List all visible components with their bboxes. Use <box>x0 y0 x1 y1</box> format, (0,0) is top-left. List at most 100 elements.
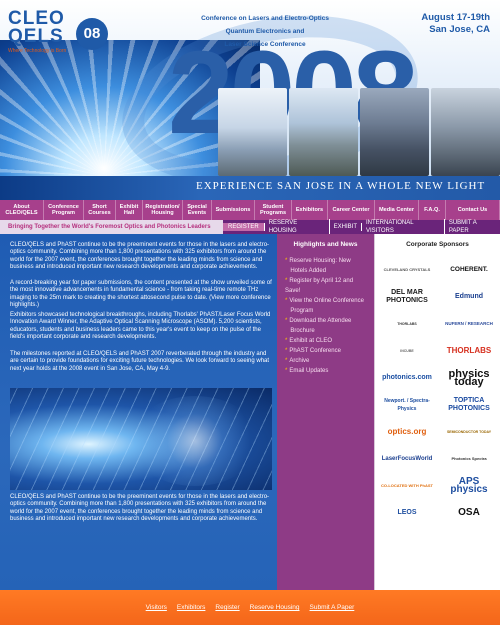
sponsor-logo[interactable]: OSA <box>441 499 497 526</box>
highlight-item[interactable]: Brochure <box>285 326 368 336</box>
star-bullet-icon <box>285 328 288 334</box>
photo-people <box>431 88 500 176</box>
highlight-item-label: Email Updates <box>289 368 329 374</box>
footer-reserve-housing-link[interactable]: Reserve Housing <box>250 604 300 611</box>
sub-nav: Bringing Together the World's Foremost O… <box>0 219 500 235</box>
nav-item-short-courses[interactable]: Short Courses <box>84 200 116 220</box>
conference-title-line: Quantum Electronics and <box>225 28 305 35</box>
sponsor-logo[interactable]: COHERENT. <box>441 256 497 283</box>
conference-date: August 17-19th San Jose, CA <box>421 12 490 36</box>
highlight-item-label: PhAST Conference <box>289 348 341 354</box>
photo-lab <box>360 88 429 176</box>
logo-08-badge: 08 <box>76 18 108 50</box>
star-bullet-icon <box>285 308 288 314</box>
sponsor-logo[interactable]: Newport. / Spectra-Physics <box>379 391 435 418</box>
star-bullet-icon: * <box>285 258 288 264</box>
highlight-item[interactable]: * Reserve Housing: New <box>285 256 368 266</box>
sponsor-logo[interactable]: physics today <box>441 364 497 391</box>
highlight-item[interactable]: * Download the Attendee <box>285 316 368 326</box>
nav-item-media-center[interactable]: Media Center <box>375 200 419 220</box>
sponsors-title: Corporate Sponsors <box>406 241 469 248</box>
sponsor-logo[interactable]: photonics.com <box>379 364 435 391</box>
highlight-item-label: Brochure <box>290 328 315 334</box>
highlight-item[interactable]: Hotels Added <box>285 266 368 276</box>
nav-item-exhibitors[interactable]: Exhibitors <box>292 200 328 220</box>
subnav-tagline: Bringing Together the World's Foremost O… <box>0 220 224 234</box>
sponsor-logo[interactable]: Photonics Spectra <box>441 445 497 472</box>
nav-item-career-center[interactable]: Career Center <box>328 200 375 220</box>
sponsor-logo[interactable]: THORLABS <box>441 337 497 364</box>
subnav-international-visitors-link[interactable]: INTERNATIONAL VISITORS <box>362 219 445 235</box>
laser-photo <box>10 388 272 490</box>
sponsor-logo[interactable]: THORLABS <box>379 310 435 337</box>
sponsor-logo[interactable]: CLEVELAND CRYSTALS <box>379 256 435 283</box>
nav-item-contact-us[interactable]: Contact Us <box>446 200 500 220</box>
cleo-qels-logo[interactable]: CLEO QELS 08 Where Technology is Born <box>8 9 108 60</box>
footer-exhibitors-link[interactable]: Exhibitors <box>177 604 206 611</box>
star-bullet-icon: * <box>285 318 288 324</box>
nav-item-exhibit-hall[interactable]: Exhibit Hall <box>116 200 143 220</box>
site-header: 2008 CLEO QELS 08 Where Technology is Bo… <box>0 0 500 200</box>
highlight-item[interactable]: * PhAST Conference <box>285 346 368 356</box>
sponsor-logo[interactable]: TOPTICA PHOTONICS <box>441 391 497 418</box>
conference-location: San Jose, CA <box>429 24 490 35</box>
subnav-submit-paper-link[interactable]: SUBMIT A PAPER <box>445 219 500 235</box>
footer-visitors-link[interactable]: Visitors <box>146 604 167 611</box>
subnav-reserve-housing-link[interactable]: RESERVE HOUSING <box>265 219 330 235</box>
sponsors-panel: Corporate Sponsors CLEVELAND CRYSTALS COH… <box>374 234 500 590</box>
highlight-item-label: View the Online Conference <box>289 298 364 304</box>
star-bullet-icon: * <box>285 298 288 304</box>
highlights-list: * Reserve Housing: New Hotels Added * Regis… <box>277 256 374 376</box>
sponsor-logo[interactable]: LEOS <box>379 499 435 526</box>
sponsor-logo[interactable]: APS physics <box>441 472 497 499</box>
sponsor-logo[interactable]: LaserFocusWorld <box>379 445 435 472</box>
highlight-item[interactable]: * Archive <box>285 356 368 366</box>
subnav-exhibit-link[interactable]: EXHIBIT <box>330 223 362 231</box>
sponsor-logo[interactable]: DEL MAR PHOTONICS <box>379 283 435 310</box>
highlight-item-label: Exhibit at CLEO <box>289 338 333 344</box>
exhibitors-paragraph: Exhibitors showcased technological break… <box>10 312 271 340</box>
highlight-item-label: Download the Attendee <box>289 318 352 324</box>
sponsor-logo[interactable]: SEMICONDUCTOR TODAY <box>441 418 497 445</box>
nav-item-submissions[interactable]: Submissions <box>212 200 255 220</box>
sponsor-logo[interactable]: NUFERN / RESEARCH <box>441 310 497 337</box>
nav-item-special-events[interactable]: Special Events <box>183 200 212 220</box>
highlights-title: Highlights and News <box>293 241 358 248</box>
highlight-item[interactable]: * Email Updates <box>285 366 368 376</box>
star-bullet-icon: * <box>285 368 288 374</box>
highlight-item[interactable]: * View the Online Conference <box>285 296 368 306</box>
sponsor-logo[interactable]: Edmund <box>441 283 497 310</box>
highlight-item-label: Hotels Added <box>290 268 327 274</box>
nav-item-student-programs[interactable]: Student Programs <box>255 200 292 220</box>
nav-item-f-a-q[interactable]: F.A.Q. <box>419 200 446 220</box>
highlight-item[interactable]: * Register by April 12 and Save! <box>285 276 368 296</box>
highlight-item[interactable]: Program <box>285 306 368 316</box>
site-footer: Visitors Exhibitors Register Reserve Hou… <box>0 590 500 625</box>
sponsor-logo[interactable]: CO-LOCATED WITH PhAST <box>379 472 435 499</box>
conference-dates: August 17-19th <box>421 12 490 23</box>
footer-submit-paper-link[interactable]: Submit A Paper <box>310 604 355 611</box>
highlight-item[interactable]: * Exhibit at CLEO <box>285 336 368 346</box>
star-bullet-icon: * <box>285 338 288 344</box>
star-bullet-icon: * <box>285 348 288 354</box>
nav-item-about-cleo-qels[interactable]: About CLEO/QELS <box>0 200 44 220</box>
photo-city <box>289 88 358 176</box>
milestones-paragraph: The milestones reported at CLEO/QELS and… <box>10 351 270 372</box>
star-bullet-icon <box>285 268 288 274</box>
star-bullet-icon: * <box>285 358 288 364</box>
highlight-item-label: Register by April 12 and Save! <box>285 278 354 294</box>
main-content: CLEO/QELS and PhAST continue to be the p… <box>0 234 277 590</box>
highlight-item-label: Archive <box>289 358 310 364</box>
conference-title-line: Conference on Lasers and Electro-Optics <box>201 15 329 22</box>
header-tagline: EXPERIENCE SAN JOSE IN A WHOLE NEW LIGHT <box>196 180 486 192</box>
submissions-paragraph: A record-breaking year for paper submiss… <box>10 280 272 308</box>
intro-paragraph: CLEO/QELS and PhAST continue to be the p… <box>10 242 270 270</box>
subnav-register-link[interactable]: REGISTER <box>223 223 265 231</box>
footer-register-link[interactable]: Register <box>215 604 239 611</box>
star-bullet-icon: * <box>285 278 288 284</box>
sponsor-logo[interactable]: INCUBE <box>379 337 435 364</box>
nav-item-conference-program[interactable]: Conference Program <box>44 200 84 220</box>
highlight-item-label: Program <box>290 308 314 314</box>
nav-item-registration-housing[interactable]: Registration/ Housing <box>143 200 183 220</box>
sponsor-logo[interactable]: optics.org <box>379 418 435 445</box>
